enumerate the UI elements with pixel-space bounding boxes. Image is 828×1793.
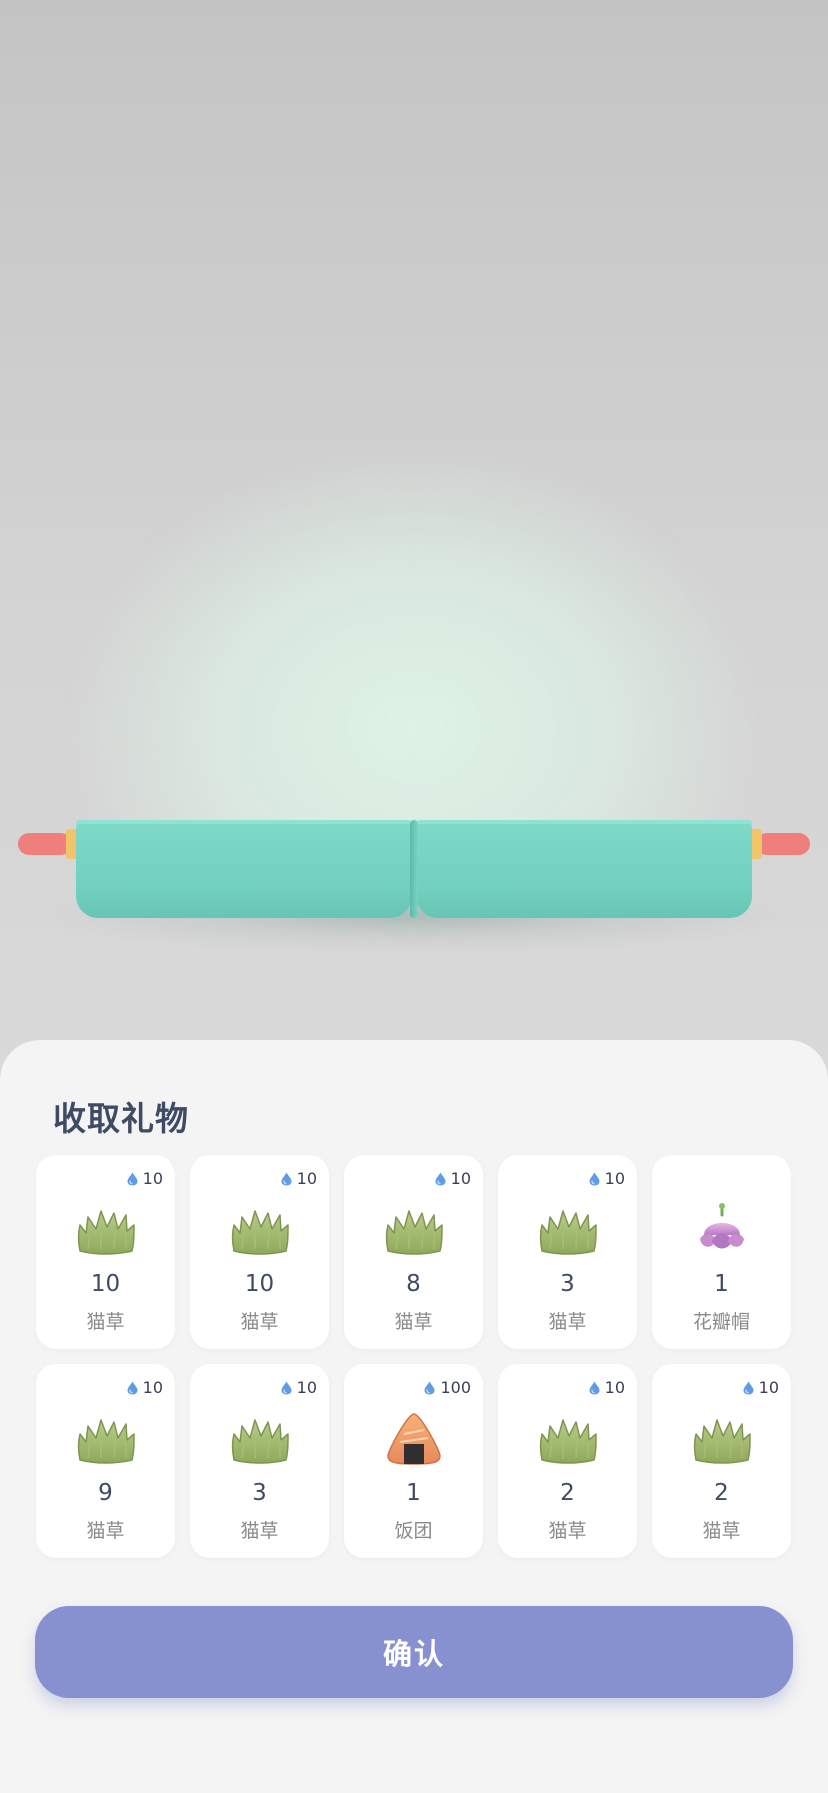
water-drop-icon <box>127 1172 138 1185</box>
gift-card[interactable]: 10 2 猫草 <box>652 1364 791 1558</box>
cost-badge: 100 <box>424 1378 471 1397</box>
cat-grass-icon <box>74 1410 138 1466</box>
item-name: 猫草 <box>548 1520 587 1542</box>
water-drop-icon <box>281 1381 292 1394</box>
gift-card[interactable]: 10 8 猫草 <box>344 1155 483 1349</box>
cost-badge: 10 <box>127 1169 163 1188</box>
cost-value: 100 <box>440 1378 471 1397</box>
petal-hat-icon <box>690 1201 754 1257</box>
item-count: 10 <box>90 1271 121 1297</box>
item-count: 3 <box>252 1480 267 1506</box>
item-name: 猫草 <box>86 1520 125 1542</box>
cat-grass-icon <box>536 1201 600 1257</box>
item-count: 10 <box>244 1271 275 1297</box>
rod-left <box>18 833 72 855</box>
item-count: 3 <box>560 1271 575 1297</box>
gift-card[interactable]: 1 花瓣帽 <box>652 1155 791 1349</box>
item-count: 8 <box>406 1271 421 1297</box>
gift-card[interactable]: 10 10 猫草 <box>36 1155 175 1349</box>
gift-card[interactable]: 10 9 猫草 <box>36 1364 175 1558</box>
item-name: 猫草 <box>86 1311 125 1333</box>
cost-value: 10 <box>758 1378 779 1397</box>
gift-tray-left <box>76 820 412 918</box>
water-drop-icon <box>424 1381 435 1394</box>
cost-value: 10 <box>142 1169 163 1188</box>
gift-sheet: 收取礼物 10 10 猫草 10 10 猫草 10 8 猫草 10 3 猫草 1 花瓣帽 10 9 猫草 10 3 猫… <box>0 1040 828 1793</box>
item-count: 2 <box>560 1480 575 1506</box>
cost-badge: 10 <box>743 1378 779 1397</box>
item-name: 猫草 <box>548 1311 587 1333</box>
gift-scene <box>0 0 828 1060</box>
water-drop-icon <box>589 1381 600 1394</box>
cost-badge: 10 <box>589 1378 625 1397</box>
rice-ball-icon <box>382 1410 446 1466</box>
item-name: 饭团 <box>394 1520 433 1542</box>
cost-badge: 10 <box>589 1169 625 1188</box>
gift-card[interactable]: 100 1 饭团 <box>344 1364 483 1558</box>
cost-badge: 10 <box>281 1169 317 1188</box>
item-name: 猫草 <box>702 1520 741 1542</box>
confirm-button[interactable]: 确认 <box>35 1606 793 1698</box>
item-count: 2 <box>714 1480 729 1506</box>
gift-card[interactable]: 10 3 猫草 <box>190 1364 329 1558</box>
item-name: 猫草 <box>394 1311 433 1333</box>
cat-grass-icon <box>74 1201 138 1257</box>
item-count: 1 <box>406 1480 421 1506</box>
item-name: 猫草 <box>240 1520 279 1542</box>
gift-tray-right <box>416 820 752 918</box>
cat-grass-icon <box>382 1201 446 1257</box>
item-count: 9 <box>98 1480 113 1506</box>
cost-value: 10 <box>450 1169 471 1188</box>
cat-grass-icon <box>690 1410 754 1466</box>
cat-grass-icon <box>228 1410 292 1466</box>
cost-value: 10 <box>296 1169 317 1188</box>
cat-grass-icon <box>228 1201 292 1257</box>
cost-value: 10 <box>604 1169 625 1188</box>
gift-grid: 10 10 猫草 10 10 猫草 10 8 猫草 10 3 猫草 1 花瓣帽 10 9 猫草 10 3 猫草 100 1… <box>36 1155 792 1558</box>
cost-value: 10 <box>604 1378 625 1397</box>
gift-card[interactable]: 10 10 猫草 <box>190 1155 329 1349</box>
cost-value: 10 <box>142 1378 163 1397</box>
cost-badge: 10 <box>127 1378 163 1397</box>
water-drop-icon <box>743 1381 754 1394</box>
rod-right <box>756 833 810 855</box>
item-name: 猫草 <box>240 1311 279 1333</box>
cost-badge: 10 <box>435 1169 471 1188</box>
water-drop-icon <box>589 1172 600 1185</box>
gift-card[interactable]: 10 2 猫草 <box>498 1364 637 1558</box>
sheet-title: 收取礼物 <box>53 1099 189 1138</box>
water-drop-icon <box>127 1381 138 1394</box>
tray-seam <box>410 820 418 918</box>
cat-grass-icon <box>536 1410 600 1466</box>
cost-value: 10 <box>296 1378 317 1397</box>
cost-badge: 10 <box>281 1378 317 1397</box>
item-count: 1 <box>714 1271 729 1297</box>
gift-card[interactable]: 10 3 猫草 <box>498 1155 637 1349</box>
light-glow <box>20 360 808 830</box>
water-drop-icon <box>281 1172 292 1185</box>
item-name: 花瓣帽 <box>692 1311 750 1333</box>
water-drop-icon <box>435 1172 446 1185</box>
